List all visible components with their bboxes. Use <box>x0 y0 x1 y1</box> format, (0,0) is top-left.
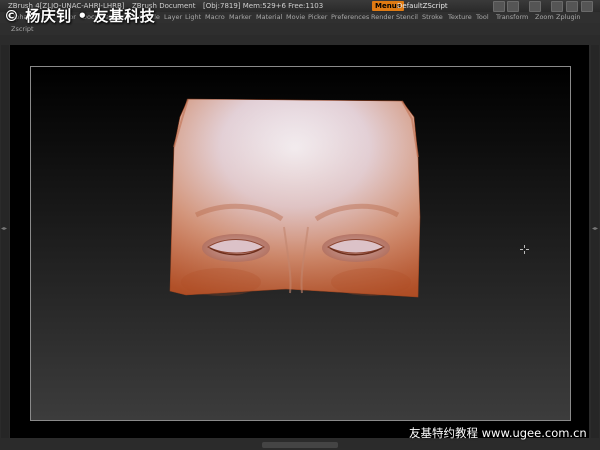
tray-arrow-right-icon: ◂▸ <box>592 225 599 232</box>
viewport[interactable] <box>10 45 589 438</box>
right-tray-handle[interactable]: ◂▸ <box>591 45 599 438</box>
menu-item-macro[interactable]: Macro <box>205 12 225 23</box>
menu-item-tool[interactable]: Tool <box>476 12 489 23</box>
menu-item-zoom[interactable]: Zoom <box>535 12 554 23</box>
menu-item-movie[interactable]: Movie <box>286 12 305 23</box>
menu-item-preferences[interactable]: Preferences <box>331 12 369 23</box>
layout-button-2[interactable] <box>507 1 519 12</box>
watermark-top: © 杨庆钊 • 友基科技 <box>4 7 156 25</box>
menu-item-layer[interactable]: Layer <box>164 12 182 23</box>
menu-item-picker[interactable]: Picker <box>308 12 327 23</box>
menu-item-material[interactable]: Material <box>256 12 282 23</box>
menu-item-stencil[interactable]: Stencil <box>396 12 418 23</box>
minimize-icon[interactable] <box>551 1 563 12</box>
left-tray-handle[interactable]: ◂▸ <box>1 45 9 438</box>
memory-stats: [Obj:7819] Mem:529+6 Free:1103 <box>203 2 324 10</box>
close-icon[interactable] <box>581 1 593 12</box>
tray-arrow-left-icon: ◂▸ <box>1 225 8 232</box>
default-script-button[interactable]: DefaultZScript <box>397 0 448 12</box>
menu-item-transform[interactable]: Transform <box>496 12 528 23</box>
layout-button[interactable] <box>493 1 505 12</box>
menu-item-zplugin[interactable]: Zplugin <box>556 12 581 23</box>
sculpted-face-mesh[interactable] <box>166 97 422 303</box>
menu-item-texture[interactable]: Texture <box>448 12 472 23</box>
menu-item-render[interactable]: Render <box>371 12 394 23</box>
menu-item-light[interactable]: Light <box>185 12 201 23</box>
maximize-icon[interactable] <box>566 1 578 12</box>
bottom-tray-handle[interactable] <box>262 442 338 448</box>
watermark-bottom: 友基特约教程 www.ugee.com.cn <box>409 426 587 440</box>
save-icon[interactable] <box>529 1 541 12</box>
crosshair-icon <box>520 245 529 254</box>
document-canvas[interactable] <box>30 66 571 421</box>
menu-item-stroke[interactable]: Stroke <box>422 12 443 23</box>
menu-item-marker[interactable]: Marker <box>229 12 251 23</box>
